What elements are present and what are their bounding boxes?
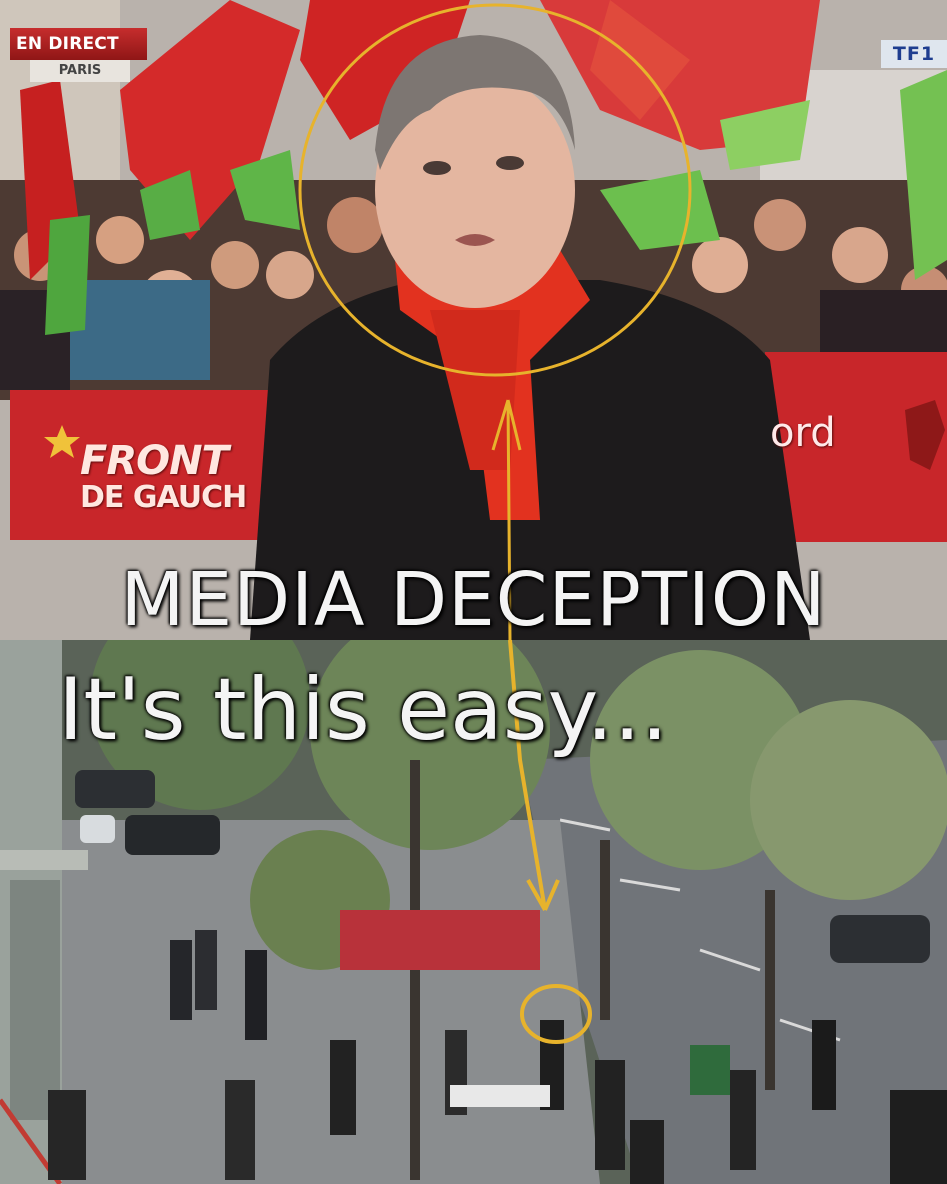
banner-text-right: ord — [770, 410, 836, 456]
caption-headline: MEDIA DECEPTION — [120, 557, 827, 643]
live-label: EN DIRECT — [10, 28, 147, 60]
trash-bin — [690, 1045, 730, 1095]
live-badge: EN DIRECT PARIS — [10, 28, 147, 82]
banner-text-line-1: FRONT — [80, 438, 229, 484]
location-label: PARIS — [30, 60, 130, 82]
street-sign — [450, 1085, 550, 1107]
caption-subline: It's this easy... — [58, 660, 669, 760]
banner-text-line-2: DE GAUCH — [80, 480, 247, 515]
tv-scene — [0, 0, 947, 640]
channel-logo: TF1 — [881, 40, 947, 68]
tv-broadcast-panel: EN DIRECT PARIS TF1 FRONT DE GAUCH ord — [0, 0, 947, 640]
street-banner — [340, 910, 540, 970]
